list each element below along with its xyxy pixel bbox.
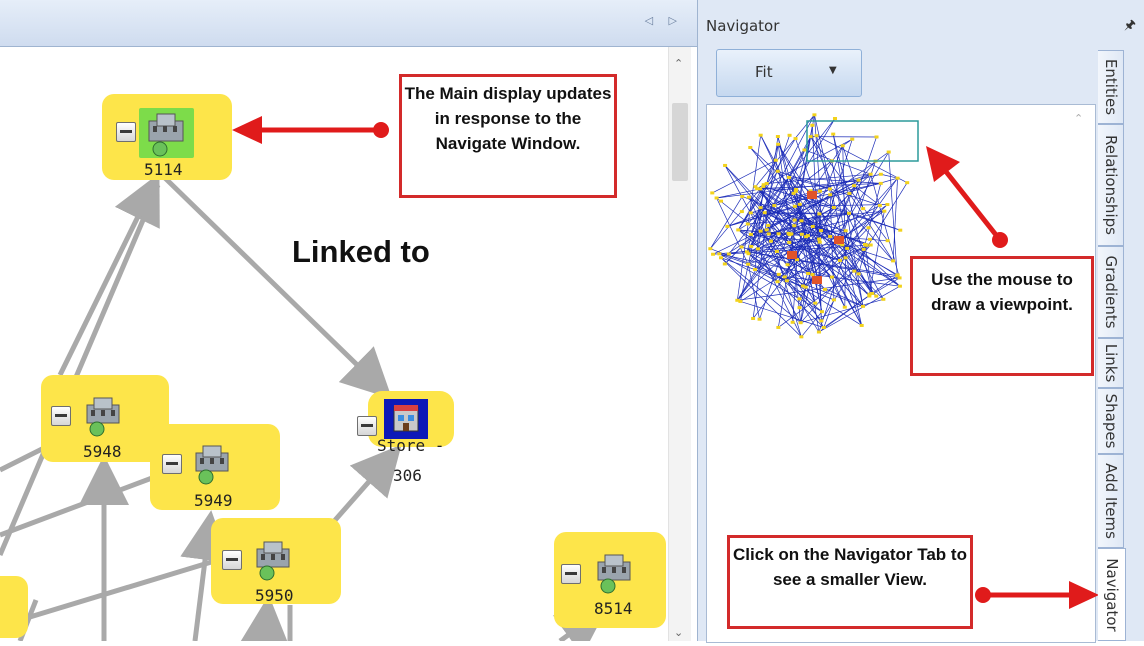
building-icon bbox=[190, 443, 234, 485]
collapse-icon[interactable] bbox=[51, 406, 71, 426]
side-tab-strip: Entities Relationships Gradients Links S… bbox=[1098, 46, 1144, 641]
building-icon bbox=[139, 108, 194, 158]
callout-arrow-mouse bbox=[920, 140, 1020, 260]
edge-5114-store bbox=[165, 178, 385, 392]
tab-label: Links bbox=[1102, 344, 1120, 383]
node-label: 5950 bbox=[255, 586, 294, 605]
graph-node-5114[interactable]: 5114 bbox=[102, 94, 232, 180]
store-icon bbox=[384, 399, 428, 439]
building-icon bbox=[81, 395, 125, 437]
main-vertical-scrollbar[interactable]: ⌃ ⌄ bbox=[668, 47, 691, 641]
edge-left-5950 bbox=[20, 560, 218, 620]
node-label: Store - bbox=[377, 436, 444, 455]
tab-links[interactable]: Links bbox=[1098, 338, 1124, 388]
fit-dropdown-button[interactable]: Fit ▼ bbox=[716, 49, 862, 97]
edge-left-5114 bbox=[0, 185, 158, 555]
fit-button-label: Fit bbox=[755, 63, 773, 81]
tab-label: Gradients bbox=[1102, 255, 1120, 328]
tab-label: Navigator bbox=[1103, 558, 1121, 631]
node-label: 8514 bbox=[594, 599, 633, 618]
tab-label: Relationships bbox=[1102, 135, 1120, 235]
scrollbar-thumb[interactable] bbox=[672, 103, 688, 181]
graph-node-partial[interactable] bbox=[0, 576, 28, 638]
collapse-icon[interactable] bbox=[116, 122, 136, 142]
callout-mouse: Use the mouse to draw a viewpoint. bbox=[910, 256, 1094, 376]
node-label: 5114 bbox=[144, 160, 183, 179]
tab-navigator[interactable]: Navigator bbox=[1098, 548, 1126, 641]
graph-node-5949[interactable]: 5949 bbox=[150, 424, 280, 510]
collapse-icon[interactable] bbox=[357, 416, 377, 436]
tab-entities[interactable]: Entities bbox=[1098, 50, 1124, 124]
tab-add-items[interactable]: Add Items bbox=[1098, 454, 1124, 548]
graph-node-8514[interactable]: 8514 bbox=[554, 532, 666, 628]
collapse-icon[interactable] bbox=[162, 454, 182, 474]
callout-navigator-tab: Click on the Navigator Tab to see a smal… bbox=[727, 535, 973, 629]
chevron-down-icon: ▼ bbox=[829, 65, 837, 76]
callout-arrow-navigator bbox=[975, 575, 1101, 615]
graph-panel[interactable]: ◁ ▷ bbox=[0, 0, 698, 641]
pin-icon[interactable]: 🖈 bbox=[1124, 16, 1136, 38]
tab-shapes[interactable]: Shapes bbox=[1098, 388, 1124, 454]
collapse-icon[interactable] bbox=[561, 564, 581, 584]
edge-bottom-5950 bbox=[265, 605, 268, 641]
building-icon bbox=[592, 552, 636, 594]
navigator-title: Navigator bbox=[706, 17, 779, 35]
callout-arrow-main bbox=[228, 110, 408, 150]
scroll-up-icon[interactable]: ⌃ bbox=[1074, 112, 1083, 125]
building-icon bbox=[251, 539, 295, 581]
edge-bottom-5949 bbox=[195, 520, 210, 641]
node-label: 5949 bbox=[194, 491, 233, 510]
tab-label: Entities bbox=[1102, 59, 1120, 115]
graph-node-5950[interactable]: 5950 bbox=[211, 518, 341, 604]
node-label: 5948 bbox=[83, 442, 122, 461]
callout-main-display: The Main display updates in response to … bbox=[399, 74, 617, 198]
tab-gradients[interactable]: Gradients bbox=[1098, 246, 1124, 338]
graph-annotation-title: Linked to bbox=[292, 234, 430, 270]
scroll-up-icon[interactable]: ⌃ bbox=[674, 57, 683, 70]
collapse-icon[interactable] bbox=[222, 550, 242, 570]
tab-label: Shapes bbox=[1102, 394, 1120, 449]
edge-5948-5114 bbox=[60, 182, 155, 375]
scroll-down-icon[interactable]: ⌄ bbox=[674, 626, 683, 639]
tab-label: Add Items bbox=[1102, 463, 1120, 539]
node-label: 306 bbox=[393, 466, 422, 485]
tab-relationships[interactable]: Relationships bbox=[1098, 124, 1124, 246]
